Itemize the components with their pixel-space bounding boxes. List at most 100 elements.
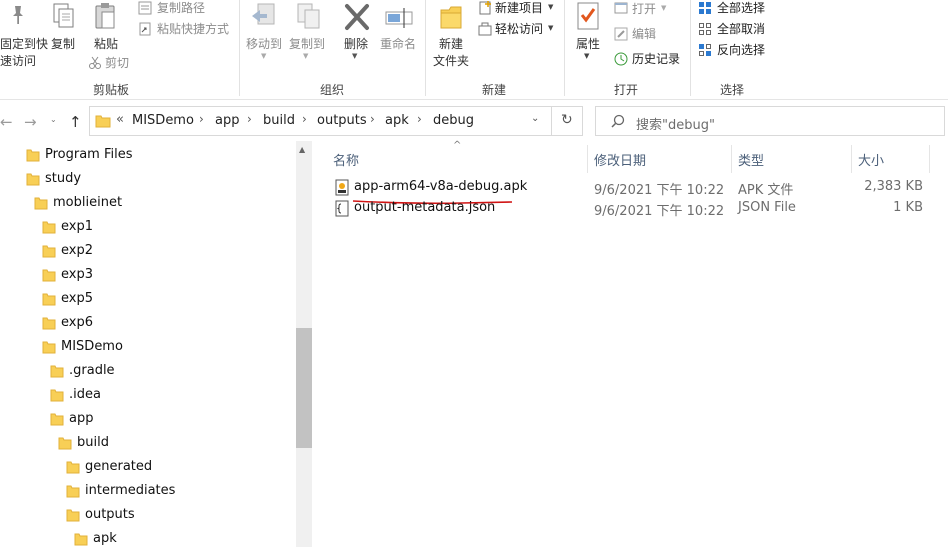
delete-dropdown-icon: ▼ — [352, 52, 358, 60]
tree-item-idea[interactable]: .idea — [0, 384, 295, 406]
tree-item-exp3[interactable]: exp3 — [0, 264, 295, 286]
copy-to-button[interactable]: 复制到 — [287, 36, 327, 53]
column-header-size[interactable]: 大小 — [858, 150, 884, 169]
address-bar[interactable]: « MISDemo › app › build › outputs › apk … — [89, 106, 552, 136]
back-arrow-icon[interactable]: ← — [0, 113, 13, 131]
new-folder-label-line2: 文件夹 — [432, 54, 469, 68]
tree-item-label: exp5 — [61, 291, 93, 306]
tree-item-misdemo[interactable]: MISDemo — [0, 336, 295, 358]
select-all-button[interactable]: 全部选择 — [717, 0, 765, 16]
scroll-up-icon[interactable]: ▲ — [299, 145, 305, 154]
up-arrow-icon[interactable]: ↑ — [69, 113, 82, 131]
edit-button[interactable]: 编辑 — [632, 26, 656, 42]
file-name: output-metadata.json — [354, 200, 496, 215]
breadcrumb-app[interactable]: app — [215, 113, 239, 128]
new-folder-button[interactable]: 新建 文件夹 — [430, 36, 472, 70]
open-button[interactable]: 打开 — [632, 1, 656, 17]
move-to-dropdown-icon: ▼ — [261, 52, 267, 60]
column-header-name[interactable]: 名称 — [333, 150, 359, 169]
json-file-icon — [335, 200, 349, 217]
properties-dropdown-icon: ▼ — [584, 52, 590, 60]
paste-button[interactable]: 粘贴 — [92, 36, 120, 53]
tree-item-exp2[interactable]: exp2 — [0, 240, 295, 262]
address-history-chevron-icon[interactable]: ⌄ — [531, 113, 539, 124]
folder-icon — [42, 292, 56, 306]
file-modified: 9/6/2021 下午 10:22 — [594, 204, 725, 219]
cut-icon — [88, 56, 102, 70]
file-row[interactable]: output-metadata.json 9/6/2021 下午 10:22 J… — [313, 198, 948, 219]
move-to-icon — [250, 2, 280, 32]
tree-item-intermediates[interactable]: intermediates — [0, 480, 295, 502]
search-input[interactable]: 搜索"debug" — [636, 114, 715, 133]
breadcrumb-apk[interactable]: apk — [385, 113, 409, 128]
forward-arrow-icon[interactable]: → — [24, 113, 37, 131]
tree-item-study[interactable]: study — [0, 168, 295, 190]
breadcrumb-separator: › — [302, 112, 307, 126]
paste-shortcut-button[interactable]: 粘贴快捷方式 — [157, 21, 229, 37]
tree-item-label: Program Files — [45, 147, 133, 162]
new-folder-icon — [439, 2, 465, 32]
tree-item-apk[interactable]: apk — [0, 528, 295, 547]
refresh-button[interactable]: ↻ — [552, 106, 583, 136]
history-button[interactable]: 历史记录 — [632, 51, 680, 67]
search-box[interactable]: 搜索"debug" — [595, 106, 945, 136]
select-none-button[interactable]: 全部取消 — [717, 21, 765, 37]
copy-path-button[interactable]: 复制路径 — [157, 0, 205, 16]
file-type: APK 文件 — [738, 183, 794, 198]
breadcrumb-misdemo[interactable]: MISDemo — [132, 113, 194, 128]
tree-item-exp5[interactable]: exp5 — [0, 288, 295, 310]
breadcrumb-separator: › — [199, 112, 204, 126]
properties-button[interactable]: 属性 — [574, 36, 602, 53]
new-group-label: 新建 — [481, 83, 506, 97]
folder-icon — [42, 220, 56, 234]
column-divider[interactable] — [929, 145, 930, 173]
tree-item-moblieinet[interactable]: moblieinet — [0, 192, 295, 214]
tree-item-label: .gradle — [69, 363, 115, 378]
breadcrumb-outputs[interactable]: outputs — [317, 113, 367, 128]
tree-item-outputs[interactable]: outputs — [0, 504, 295, 526]
rename-button[interactable]: 重命名 — [378, 36, 418, 53]
tree-item-program-files[interactable]: Program Files — [0, 144, 295, 166]
column-divider[interactable] — [587, 145, 588, 173]
delete-button[interactable]: 删除 — [342, 36, 370, 53]
folder-icon — [95, 113, 111, 129]
breadcrumb-debug[interactable]: debug — [433, 113, 474, 128]
group-separator — [564, 0, 565, 96]
column-divider[interactable] — [731, 145, 732, 173]
breadcrumb-build[interactable]: build — [263, 113, 295, 128]
pin-quick-access-button[interactable]: 固定到快 速访问 — [0, 36, 48, 70]
tree-item-build[interactable]: build — [0, 432, 295, 454]
new-item-button[interactable]: 新建项目 — [495, 0, 543, 16]
tree-item-label: build — [77, 435, 109, 450]
tree-item-exp1[interactable]: exp1 — [0, 216, 295, 238]
tree-item-exp6[interactable]: exp6 — [0, 312, 295, 334]
invert-selection-button[interactable]: 反向选择 — [717, 42, 765, 58]
column-divider[interactable] — [851, 145, 852, 173]
folder-icon — [74, 532, 88, 546]
tree-item-label: generated — [85, 459, 153, 474]
column-header-modified[interactable]: 修改日期 — [594, 150, 646, 169]
folder-icon — [34, 196, 48, 210]
tree-item-gradle[interactable]: .gradle — [0, 360, 295, 382]
copy-path-icon — [138, 1, 152, 15]
tree-item-label: exp3 — [61, 267, 93, 282]
refresh-icon: ↻ — [561, 112, 573, 128]
move-to-button[interactable]: 移动到 — [245, 36, 283, 53]
recent-locations-chevron-icon[interactable]: ⌄ — [50, 115, 57, 124]
easy-access-button[interactable]: 轻松访问 — [495, 21, 543, 37]
tree-item-generated[interactable]: generated — [0, 456, 295, 478]
breadcrumb-separator: › — [417, 112, 422, 126]
select-none-icon — [698, 22, 712, 36]
column-header-type[interactable]: 类型 — [738, 150, 764, 169]
folder-icon — [66, 484, 80, 498]
scrollbar-thumb[interactable] — [296, 328, 312, 448]
ribbon: 固定到快 速访问 复制 粘贴 复制路径 粘贴快捷方式 剪切 剪贴板 移动到 ▼ … — [0, 0, 948, 100]
copy-button[interactable]: 复制 — [50, 36, 76, 53]
breadcrumb-overflow[interactable]: « — [116, 112, 124, 127]
easy-access-dropdown-icon: ▼ — [548, 24, 554, 32]
tree-item-app[interactable]: app — [0, 408, 295, 430]
cut-button[interactable]: 剪切 — [105, 55, 129, 71]
search-icon — [611, 114, 625, 128]
tree-item-label: MISDemo — [61, 339, 123, 354]
file-list: ^ 名称 修改日期 类型 大小 app-arm64-v8a-debug.apk … — [313, 140, 948, 547]
